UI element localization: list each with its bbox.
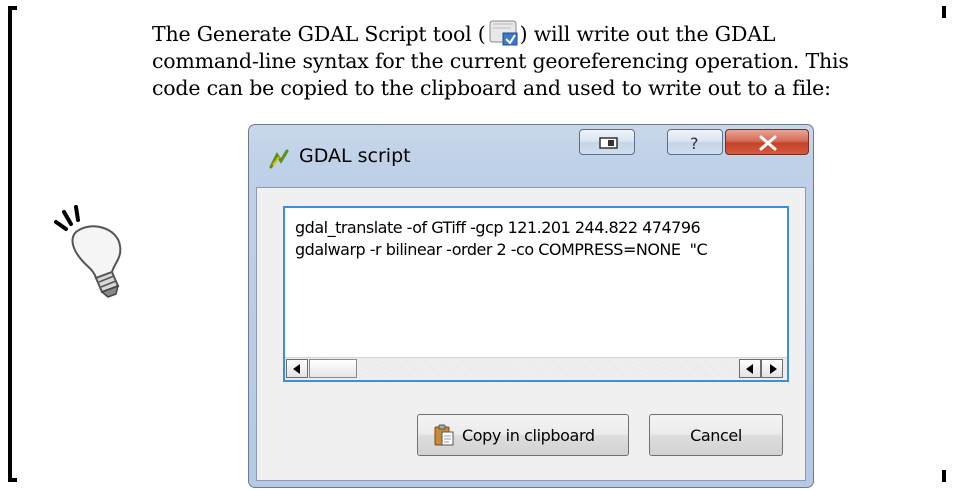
scroll-right-button[interactable] bbox=[761, 359, 783, 378]
tip-bracket-right-top bbox=[942, 6, 946, 18]
help-icon: ? bbox=[690, 134, 699, 153]
paragraph-line-2: command-line syntax for the current geor… bbox=[152, 49, 849, 73]
help-button[interactable]: ? bbox=[667, 129, 723, 155]
tip-bracket-left bbox=[8, 6, 17, 482]
tip-bracket-right-bottom bbox=[942, 470, 946, 482]
horizontal-scrollbar[interactable] bbox=[285, 357, 787, 380]
copy-clipboard-label: Copy in clipboard bbox=[462, 426, 595, 445]
qgis-icon bbox=[269, 149, 289, 169]
description-paragraph: The Generate GDAL Script tool ( ) will wr… bbox=[152, 20, 932, 102]
cancel-button[interactable]: Cancel bbox=[649, 414, 783, 456]
arrow-right-icon bbox=[770, 364, 777, 374]
paragraph-text-after-icon: ) will write out the GDAL bbox=[519, 22, 776, 46]
gdal-script-dialog: GDAL script ? gdal_translate -of GTiff -… bbox=[248, 124, 814, 488]
arrow-left-icon bbox=[746, 364, 753, 374]
lightbulb-icon bbox=[54, 205, 122, 298]
close-button[interactable] bbox=[725, 129, 809, 155]
clipboard-icon bbox=[434, 424, 454, 446]
dialog-titlebar[interactable]: GDAL script ? bbox=[249, 125, 813, 187]
copy-clipboard-button[interactable]: Copy in clipboard bbox=[417, 414, 629, 456]
scroll-left-button[interactable] bbox=[286, 359, 308, 378]
paragraph-text-start: The Generate GDAL Script tool ( bbox=[152, 22, 486, 46]
script-textarea[interactable]: gdal_translate -of GTiff -gcp 121.201 24… bbox=[283, 206, 789, 382]
dialog-title: GDAL script bbox=[299, 145, 411, 167]
svg-text:?: ? bbox=[690, 134, 699, 153]
close-icon bbox=[759, 135, 777, 151]
scroll-thumb[interactable] bbox=[309, 359, 357, 378]
generate-script-icon bbox=[489, 20, 518, 46]
script-line: gdalwarp -r bilinear -order 2 -co COMPRE… bbox=[295, 240, 708, 259]
arrow-left-icon bbox=[293, 364, 300, 374]
scroll-left-button-2[interactable] bbox=[739, 359, 761, 378]
restore-button[interactable] bbox=[579, 129, 635, 155]
restore-icon bbox=[599, 137, 618, 149]
script-line: gdal_translate -of GTiff -gcp 121.201 24… bbox=[295, 218, 701, 237]
dialog-client-area: gdal_translate -of GTiff -gcp 121.201 24… bbox=[256, 187, 806, 481]
paragraph-line-3: code can be copied to the clipboard and … bbox=[152, 76, 831, 100]
cancel-label: Cancel bbox=[690, 426, 742, 445]
